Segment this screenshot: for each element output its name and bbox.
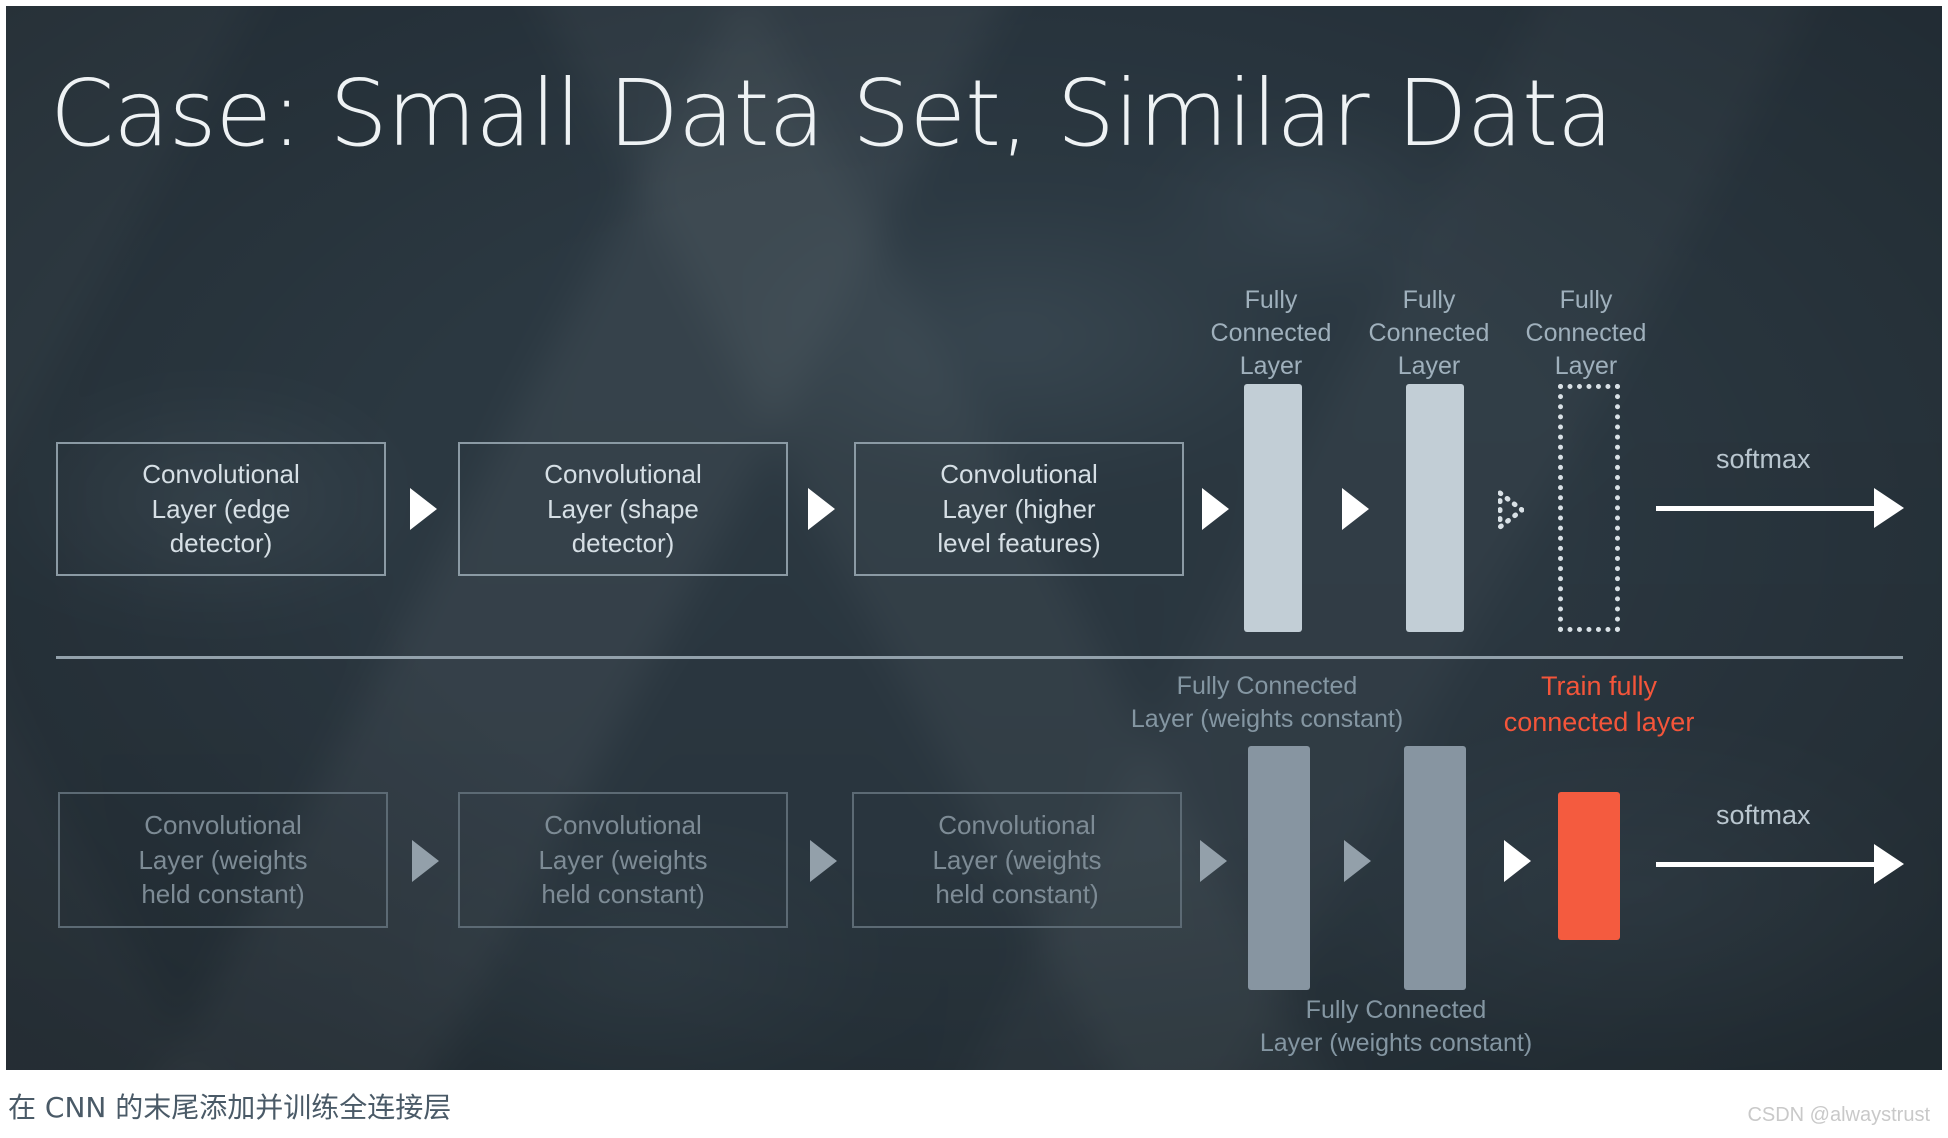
play-arrow-icon-top-1 bbox=[410, 488, 437, 530]
screenshot-root: Case: Small Data Set, Similar Data Convo… bbox=[0, 0, 1948, 1138]
slide-canvas: Case: Small Data Set, Similar Data Convo… bbox=[6, 6, 1942, 1070]
softmax-arrow-top: softmax bbox=[1656, 444, 1904, 528]
fc-bar-bottom-1 bbox=[1248, 746, 1310, 990]
fc-bar-bottom-2 bbox=[1404, 746, 1466, 990]
play-arrow-icon-bottom-3 bbox=[1200, 840, 1227, 882]
softmax-label-bottom: softmax bbox=[1716, 800, 1811, 830]
softmax-arrow-line-top bbox=[1656, 506, 1876, 511]
dotted-play-arrow-icon-top bbox=[1497, 487, 1527, 533]
conv-box-bottom-2: Convolutional Layer (weights held consta… bbox=[458, 792, 788, 928]
softmax-arrow-line-bottom bbox=[1656, 862, 1876, 867]
csdn-watermark: CSDN @alwaystrust bbox=[1747, 1104, 1930, 1126]
play-arrow-icon-top-4 bbox=[1342, 488, 1369, 530]
conv-box-top-1: Convolutional Layer (edge detector) bbox=[56, 442, 386, 576]
conv-box-top-3: Convolutional Layer (higher level featur… bbox=[854, 442, 1184, 576]
conv-box-bottom-1: Convolutional Layer (weights held consta… bbox=[58, 792, 388, 928]
play-arrow-icon-bottom-4 bbox=[1344, 840, 1371, 882]
softmax-arrow-head-bottom bbox=[1874, 844, 1904, 884]
conv-box-bottom-3: Convolutional Layer (weights held consta… bbox=[852, 792, 1182, 928]
fc-label-bottom-top: Fully Connected Layer (weights constant) bbox=[1130, 672, 1404, 733]
softmax-arrow-bottom: softmax bbox=[1656, 800, 1904, 884]
fc-label-top-1: Fully Connected Layer bbox=[1210, 286, 1332, 380]
fc-label-top-2: Fully Connected Layer bbox=[1368, 286, 1490, 380]
softmax-arrow-head-top bbox=[1874, 488, 1904, 528]
slide-title: Case: Small Data Set, Similar Data bbox=[50, 60, 1613, 167]
play-arrow-icon-bottom-2 bbox=[810, 840, 837, 882]
softmax-label-top: softmax bbox=[1716, 444, 1811, 474]
fc-bar-bottom-3-trainable bbox=[1558, 792, 1620, 940]
fc-label-bottom-bottom: Fully Connected Layer (weights constant) bbox=[1259, 996, 1533, 1057]
slide-content: Case: Small Data Set, Similar Data Convo… bbox=[6, 6, 1942, 1070]
fc-label-top-3: Fully Connected Layer bbox=[1525, 286, 1647, 380]
fc-bar-top-1 bbox=[1244, 384, 1302, 632]
fc-bar-top-2 bbox=[1406, 384, 1464, 632]
play-arrow-icon-bottom-5 bbox=[1504, 840, 1531, 882]
train-fc-layer-label: Train fully connected layer bbox=[1503, 671, 1695, 738]
slide-caption: 在 CNN 的末尾添加并训练全连接层 bbox=[8, 1091, 452, 1124]
conv-box-top-2: Convolutional Layer (shape detector) bbox=[458, 442, 788, 576]
play-arrow-icon-top-3 bbox=[1202, 488, 1229, 530]
fc-bar-top-3-dotted bbox=[1558, 384, 1620, 632]
play-arrow-icon-bottom-1 bbox=[412, 840, 439, 882]
section-divider bbox=[56, 656, 1903, 659]
play-arrow-icon-top-2 bbox=[808, 488, 835, 530]
